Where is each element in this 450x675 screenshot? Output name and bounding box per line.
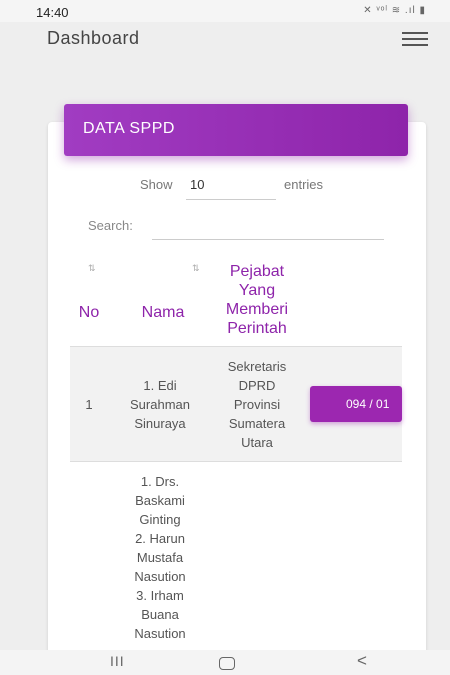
status-icons: ✕ ᵛᵒˡ ≋ .ıl ▮ [363, 5, 426, 16]
status-time: 14:40 [36, 5, 69, 20]
back-icon[interactable]: < [357, 651, 367, 671]
column-header-no[interactable]: No [74, 303, 104, 322]
sort-no-icon[interactable]: ⇅ [88, 263, 96, 274]
hamburger-menu-icon[interactable] [402, 32, 428, 46]
row-1-pejabat-line: Sumatera [228, 416, 286, 431]
row-2-nama: 1. Drs. Baskami Ginting 2. Harun Mustafa… [116, 472, 204, 650]
row-1-pejabat-line: Utara [241, 435, 273, 450]
home-icon[interactable] [219, 657, 235, 670]
row-2-nama-line: 1. Drs. [140, 474, 180, 489]
column-header-pejabat-line: Pejabat [229, 263, 285, 280]
app-header: Dashboard [0, 22, 450, 72]
status-bar: 14:40 ✕ ᵛᵒˡ ≋ .ıl ▮ [0, 0, 450, 22]
card-title: DATA SPPD [83, 120, 175, 137]
page-length-value: 10 [190, 177, 205, 192]
column-header-pejabat-line: Perintah [227, 320, 287, 337]
column-header-pejabat[interactable]: Pejabat Yang Memberi Perintah [212, 262, 302, 338]
recent-apps-icon[interactable]: III [110, 653, 125, 669]
row-1-pejabat: Sekretaris DPRD Provinsi Sumatera Utara [212, 357, 302, 452]
row-1-pejabat-line: Sekretaris [227, 359, 287, 374]
entries-label: entries [284, 177, 324, 192]
show-label: Show [140, 177, 173, 192]
system-nav-bar: III < [0, 650, 450, 675]
row-1-nama-line: Surahman [130, 397, 190, 412]
search-label: Search: [88, 218, 133, 233]
page-title: Dashboard [47, 28, 140, 48]
row-2-nama-line: Ginting [139, 512, 181, 527]
row-1-nama-line: Sinuraya [134, 416, 186, 431]
search-input[interactable] [152, 214, 384, 240]
row-1-no: 1 [85, 397, 93, 412]
page-length-select[interactable]: 10 [186, 176, 276, 200]
row-2-nama-line: 2. Harun [135, 531, 185, 546]
row-1-pejabat-line: DPRD [238, 378, 276, 393]
column-header-nama[interactable]: Nama [124, 303, 202, 322]
column-header-pejabat-line: Yang [238, 282, 276, 299]
sort-nama-icon[interactable]: ⇅ [192, 263, 200, 274]
card-header: DATA SPPD [64, 104, 408, 156]
row-2-nama-line: 3. Irham [136, 588, 184, 603]
column-header-pejabat-line: Memberi [225, 301, 289, 318]
row-1-document-button[interactable]: 094 / 01 [310, 386, 402, 422]
row-1-nama-line: 1. Edi [143, 378, 177, 393]
row-1-pejabat-line: Provinsi [233, 397, 281, 412]
row-2-nama-line: Nasution [134, 569, 186, 584]
row-2-nama-line: Mustafa [136, 550, 184, 565]
row-2-nama-line: Nasution [134, 626, 186, 641]
row-2-nama-line: Baskami [135, 493, 185, 508]
row-2-nama-line: Buana [141, 607, 179, 622]
row-1-nama: 1. Edi Surahman Sinuraya [116, 376, 204, 433]
